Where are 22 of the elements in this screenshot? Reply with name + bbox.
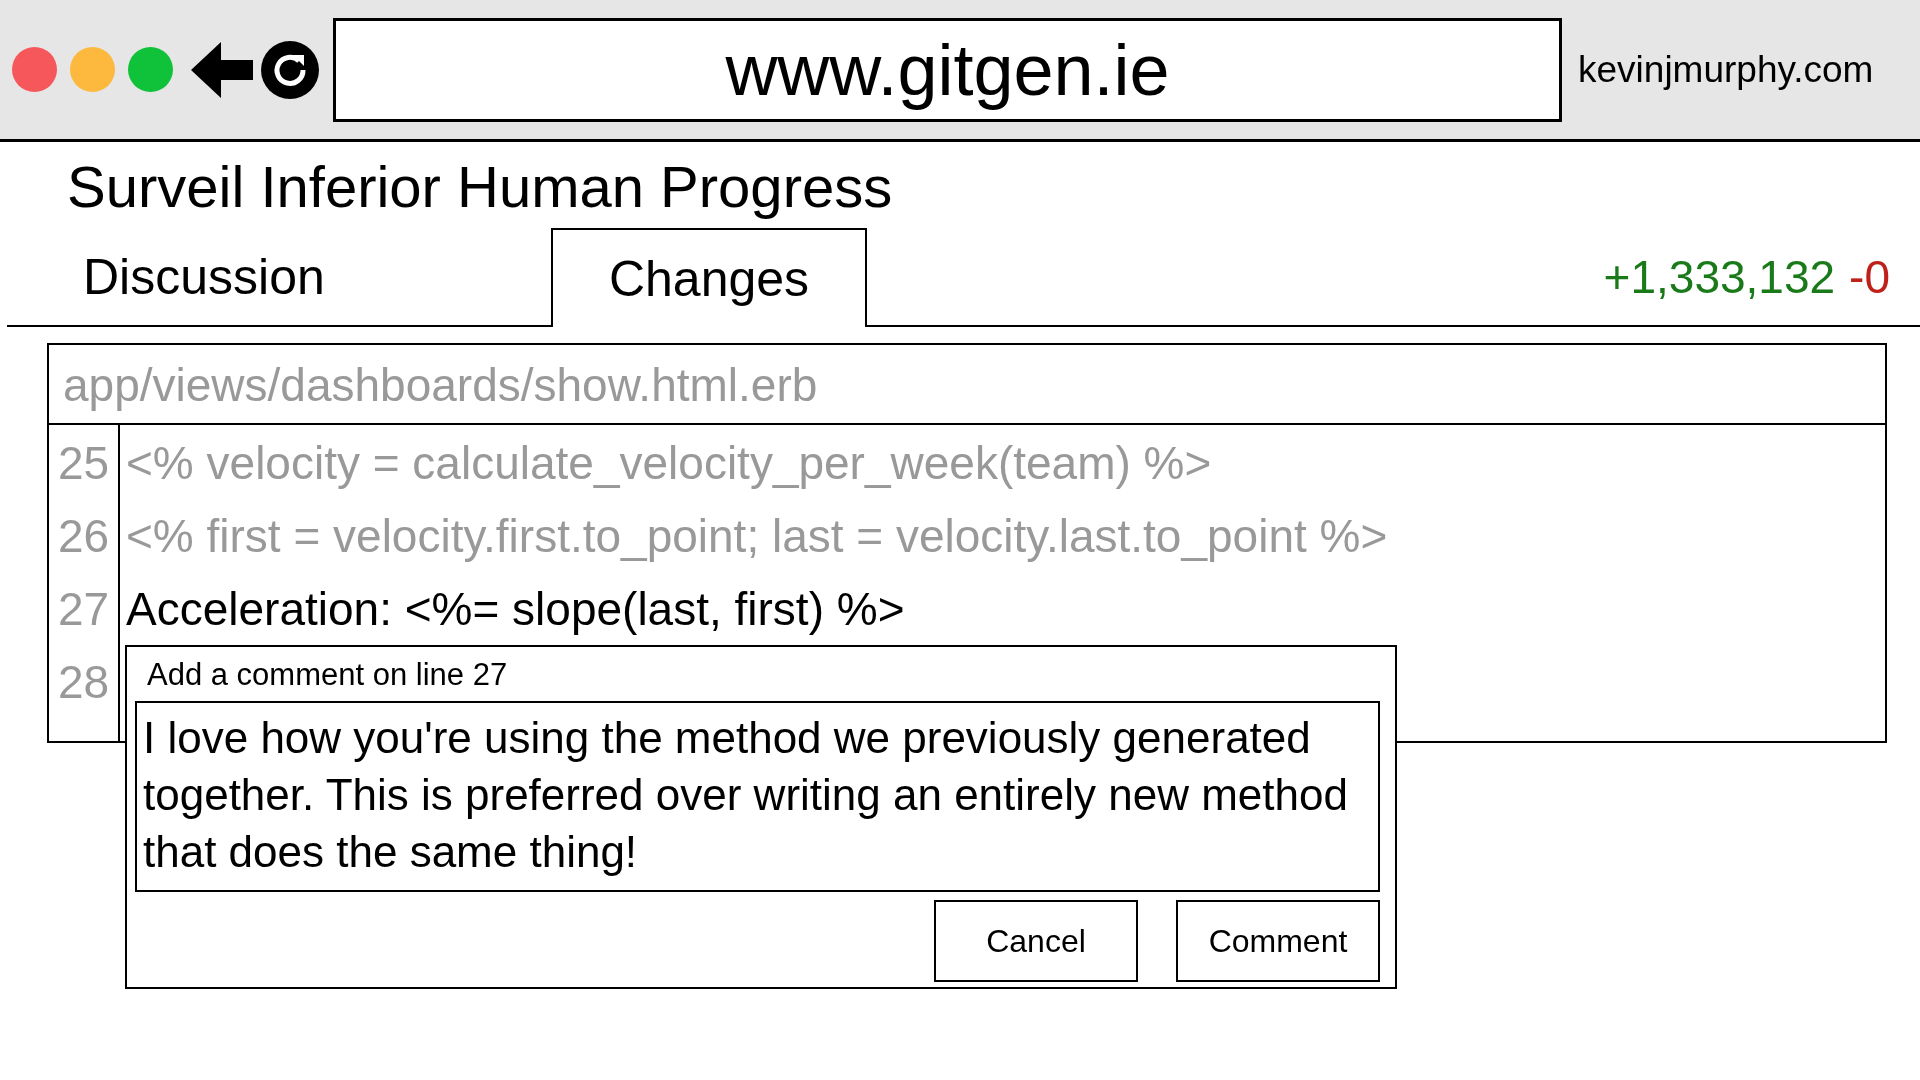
address-bar[interactable]: www.gitgen.ie — [333, 17, 1562, 122]
tab[interactable]: Changes — [551, 228, 867, 327]
back-icon[interactable] — [191, 41, 253, 98]
line-number: 25 — [56, 436, 111, 491]
line-number: 26 — [56, 509, 111, 564]
comment-field[interactable]: I love how you're using the method we previously generated together. This is preferred over writing an entirely new method that does the same thing! — [135, 701, 1380, 892]
line-number: 27 — [56, 582, 111, 637]
additions-count: +1,333,132 — [1603, 249, 1836, 304]
file-path: app/views/dashboards/show.html.erb — [49, 345, 1885, 425]
maximize-button[interactable] — [128, 47, 173, 92]
comment-label: Add a comment on line 27 — [146, 656, 509, 694]
close-button[interactable] — [12, 47, 57, 92]
line-number: 28 — [56, 655, 111, 710]
site-credit: kevinjmurphy.com — [1578, 48, 1874, 91]
code-line[interactable]: Acceleration: <%= slope(last, first) %> — [126, 583, 905, 635]
reload-icon[interactable] — [261, 40, 319, 99]
page-title: Surveil Inferior Human Progress — [66, 153, 894, 221]
cancel-button[interactable]: Cancel — [934, 900, 1138, 982]
comment-button[interactable]: Comment — [1176, 900, 1380, 982]
minimize-button[interactable] — [70, 47, 115, 92]
tab[interactable]: Discussion — [7, 228, 551, 325]
deletions-count: -0 — [1849, 249, 1890, 304]
